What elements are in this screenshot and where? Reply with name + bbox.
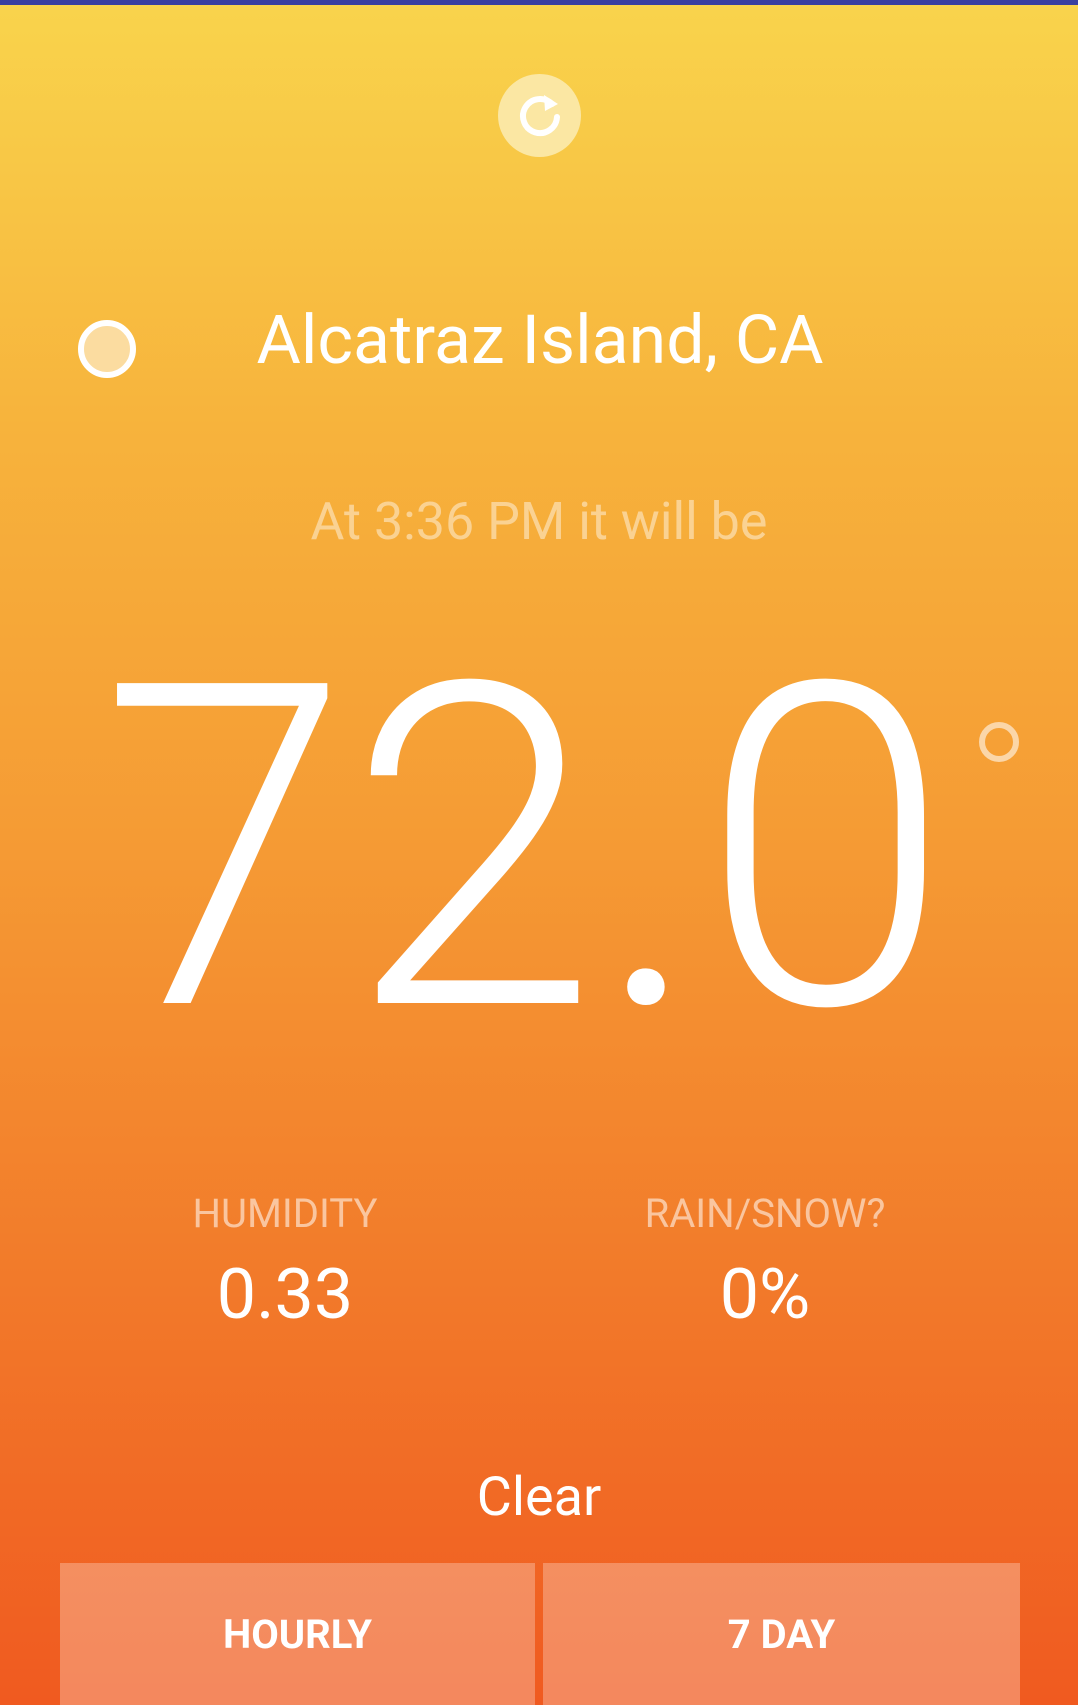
- refresh-icon: [519, 94, 560, 136]
- humidity-label: HUMIDITY: [192, 1190, 378, 1237]
- degree-circle-icon: [979, 722, 1019, 762]
- forecast-time-line: At 3:36 PM it will be: [310, 491, 768, 552]
- rain-snow-value: 0%: [719, 1254, 811, 1336]
- rain-snow-label: RAIN/SNOW?: [644, 1190, 886, 1237]
- status-bar: [0, 0, 1078, 5]
- seven-day-button[interactable]: 7 DAY: [543, 1563, 1020, 1705]
- weather-summary: Clear: [476, 1466, 602, 1529]
- hourly-button[interactable]: HOURLY: [60, 1563, 535, 1705]
- location-circle-icon[interactable]: [78, 320, 136, 378]
- location-name: Alcatraz Island, CA: [256, 300, 824, 380]
- humidity-value: 0.33: [216, 1254, 354, 1336]
- refresh-button[interactable]: [498, 74, 581, 157]
- temperature-value: 72.0: [100, 586, 951, 1113]
